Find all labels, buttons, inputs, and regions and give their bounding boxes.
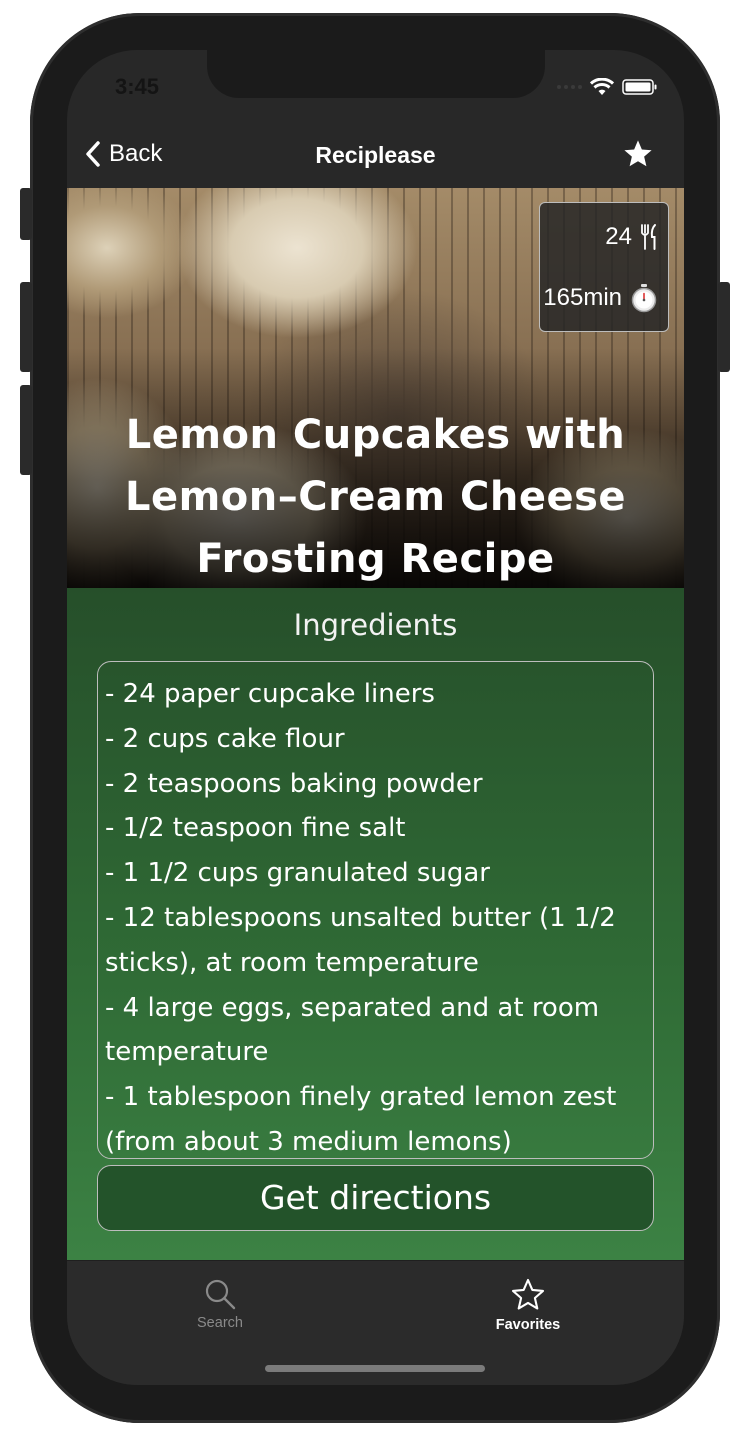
servings-value: 24 [605,223,632,250]
status-icons [557,78,658,96]
signal-icon [557,85,582,89]
ingredient-item: - 1 1/2 cups granulated sugar [105,858,490,889]
ingredient-item: - 1 tablespoon finely grated lemon zest … [105,1082,617,1157]
magnifier-icon [205,1279,236,1310]
ingredient-item: - 2 cups cake flour [105,723,345,754]
servings-row: 24 [605,223,658,251]
wifi-icon [590,78,614,95]
screen: 3:45 Back Reciplease 24 165min Lemon Cup… [67,50,684,1385]
volume-up-button [20,282,32,372]
notch [207,50,545,98]
ingredient-item: - 2 teaspoons baking powder [105,768,483,799]
status-time: 3:45 [115,74,160,99]
time-row: 165min [543,283,658,313]
ingredient-item: - 4 large eggs, separated and at room te… [105,992,600,1068]
ingredient-item: - 12 tablespoons unsalted butter (1 1/2 … [105,902,616,978]
tab-bar: Search Favorites [67,1260,684,1385]
nav-title: Reciplease [315,142,436,168]
ingredient-item: - 24 paper cupcake liners [105,679,435,709]
star-filled-icon [624,140,652,167]
mute-switch [20,188,32,240]
ingredient-item: - 1/2 teaspoon fine salt [105,813,406,844]
recipe-info-box: 24 165min [539,202,669,332]
fork-knife-icon [641,224,656,250]
stopwatch-icon [631,284,657,313]
tab-search[interactable]: Search [145,1277,295,1331]
recipe-image: 24 165min Lemon Cupcakes with Lemon–Crea… [67,188,684,588]
tab-favorites[interactable]: Favorites [453,1277,603,1333]
volume-down-button [20,385,32,475]
time-value: 165min [543,284,622,311]
ingredients-heading: Ingredients [293,608,458,642]
get-directions-button[interactable]: Get directions [97,1165,654,1231]
tab-favorites-label: Favorites [495,1317,561,1333]
ingredients-list[interactable]: - 24 paper cupcake liners - 2 cups cake … [97,661,654,1159]
power-button [718,282,730,372]
star-outline-icon [511,1278,545,1310]
battery-icon [622,79,657,95]
tab-search-label: Search [197,1315,243,1331]
navigation-bar: Back Reciplease [67,130,684,188]
recipe-details: Ingredients - 24 paper cupcake liners - … [67,588,684,1260]
recipe-title: Lemon Cupcakes with Lemon–Cream Cheese F… [124,412,627,582]
favorite-button[interactable] [622,138,654,174]
home-indicator[interactable] [265,1365,485,1372]
